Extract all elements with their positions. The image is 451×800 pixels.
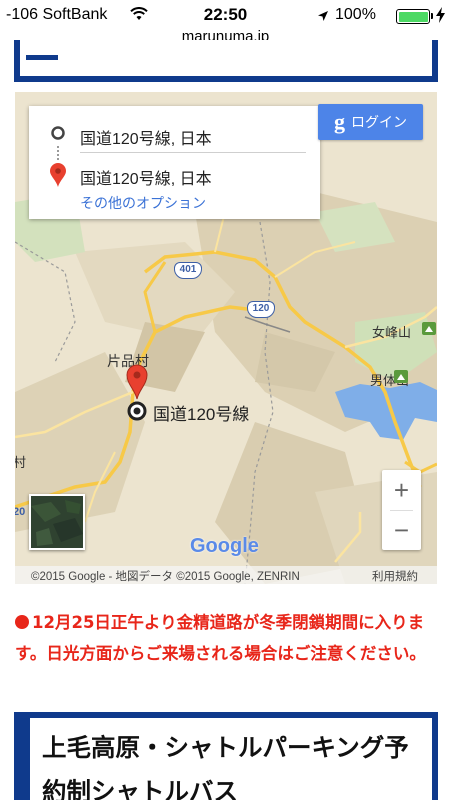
- map-label-peak-nyohosan: 女峰山: [372, 325, 412, 340]
- login-label: ログイン: [351, 114, 407, 130]
- google-logo-text: Google: [190, 535, 259, 557]
- more-options-link[interactable]: その他のオプション: [80, 193, 206, 213]
- terms-link[interactable]: 利用規約: [372, 568, 418, 584]
- route-shield-401: 401: [174, 262, 202, 279]
- satellite-view-toggle[interactable]: [29, 494, 85, 550]
- section-title: 上毛高原・シャトルパーキング予約制シャトルバス: [42, 733, 409, 800]
- top-section-card: [14, 40, 438, 82]
- route-dots: [57, 146, 59, 160]
- charging-bolt-icon: [436, 7, 445, 27]
- map-label-marker: 国道120号線: [153, 405, 250, 424]
- location-arrow-icon: [317, 8, 329, 26]
- zoom-out-button[interactable]: −: [382, 510, 421, 550]
- google-g-icon: g: [334, 109, 345, 134]
- top-card-heading-fragment: [26, 40, 58, 60]
- map-label-edge-village: 村: [15, 455, 27, 470]
- battery-tip: [431, 13, 433, 19]
- origin-marker-icon[interactable]: [127, 401, 147, 421]
- map-copyright: ©2015 Google - 地図データ ©2015 Google, ZENRI…: [31, 571, 300, 583]
- clock: 22:50: [203, 5, 248, 24]
- peak-icon-nantaisan: [394, 370, 408, 383]
- directions-origin[interactable]: 国道120号線, 日本: [80, 125, 212, 149]
- map-label-edge-route: 20: [15, 506, 26, 518]
- directions-divider: [80, 152, 306, 153]
- google-logo: Google: [190, 535, 259, 558]
- login-button[interactable]: g ログイン: [318, 104, 423, 140]
- notice-text: 12月25日正午より金精道路が冬季閉鎖期間に入ります。日光方面からご来場される場…: [15, 613, 426, 663]
- directions-panel: 国道120号線, 日本 国道120号線, 日本 その他のオプション: [29, 106, 320, 219]
- shuttle-section-card: 上毛高原・シャトルパーキング予約制シャトルバス: [14, 712, 438, 800]
- battery-percent: 100%: [335, 6, 376, 23]
- notice-bullet-icon: [15, 615, 29, 629]
- zoom-in-button[interactable]: +: [382, 470, 421, 510]
- section-accent-bar: [20, 718, 30, 800]
- satellite-thumbnail-image: [31, 496, 83, 548]
- status-bar: -106 SoftBank 22:50 100%: [0, 0, 451, 30]
- closure-notice: 12月25日正午より金精道路が冬季閉鎖期間に入ります。日光方面からご来場される場…: [15, 607, 440, 669]
- route-shield-120: 120: [247, 301, 275, 318]
- google-map[interactable]: 401 120 片品村 国道120号線 女峰山 男体山 村 20 国道120号線…: [15, 92, 437, 584]
- battery-icon: [396, 9, 430, 24]
- directions-destination[interactable]: 国道120号線, 日本: [80, 165, 212, 189]
- destination-pin-icon: [50, 163, 66, 187]
- origin-circle-icon: [51, 126, 65, 140]
- map-attribution-bar: ©2015 Google - 地図データ ©2015 Google, ZENRI…: [15, 566, 437, 584]
- destination-marker-icon[interactable]: [126, 364, 148, 400]
- zoom-control: + −: [382, 470, 421, 550]
- peak-icon-nyohosan: [422, 322, 436, 335]
